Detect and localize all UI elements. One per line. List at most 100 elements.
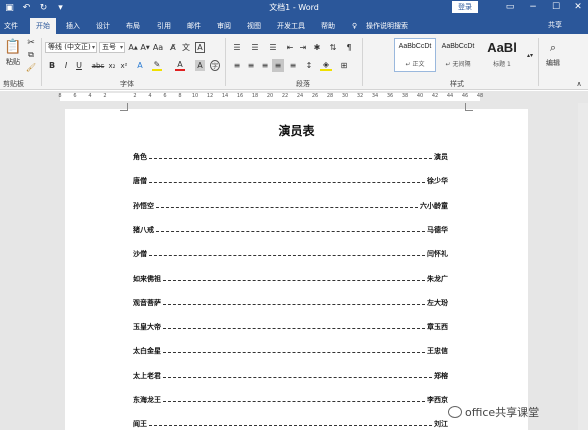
subscript-icon[interactable]: x₂ <box>107 60 117 71</box>
superscript-icon[interactable]: x² <box>119 60 129 71</box>
char-shading-icon[interactable]: A <box>195 60 205 71</box>
vertical-scrollbar[interactable] <box>578 103 588 430</box>
font-size-combo[interactable]: 五号 ▾ <box>99 42 125 53</box>
styles-scroll-icon[interactable]: ▴▾ <box>526 38 534 72</box>
tab-file[interactable]: 文件 <box>4 19 18 34</box>
ruler-tick-label: 20 <box>266 93 274 99</box>
style-no-spacing[interactable]: AaBbCcDt ↵ 无间隔 <box>437 38 479 72</box>
tab-review[interactable]: 审阅 <box>217 19 231 34</box>
cast-row: 如来佛祖 朱龙广 <box>133 273 448 285</box>
shading-icon[interactable]: ◈ <box>320 60 332 71</box>
cast-row: 阎王 刘江 <box>133 418 448 430</box>
copy-icon[interactable]: ⧉ <box>26 50 36 60</box>
ruler-tick-label: 2 <box>133 93 137 99</box>
actor-name: 章玉西 <box>427 323 448 332</box>
role-name: 沙僧 <box>133 250 147 259</box>
ruler-tick-label: 32 <box>356 93 364 99</box>
font-color-icon[interactable]: A <box>175 60 185 71</box>
style-name: ↵ 无间隔 <box>445 61 471 68</box>
tab-developer[interactable]: 开发工具 <box>277 19 305 34</box>
align-right-icon[interactable]: ≡ <box>260 60 270 71</box>
actor-name: 王忠信 <box>427 347 448 356</box>
style-name: ↵ 正文 <box>405 61 425 68</box>
ruler-tick-label: 12 <box>206 93 214 99</box>
role-name: 观音菩萨 <box>133 298 161 307</box>
cut-icon[interactable]: ✂ <box>26 38 36 48</box>
close-icon[interactable]: ✕ <box>571 1 585 13</box>
cast-row: 玉皇大帝 章玉西 <box>133 321 448 333</box>
minimize-icon[interactable]: − <box>526 1 540 13</box>
share-button[interactable]: 共享 <box>548 20 562 30</box>
tab-insert[interactable]: 插入 <box>66 19 80 34</box>
tab-layout[interactable]: 布局 <box>126 19 140 34</box>
chinese-layout-icon[interactable]: ✱ <box>312 42 322 53</box>
style-heading-1[interactable]: AaBl 标题 1 <box>481 38 523 72</box>
align-left-icon[interactable]: ≡ <box>232 60 242 71</box>
bullets-icon[interactable]: ☰ <box>230 42 244 53</box>
format-painter-icon[interactable]: 🖌 <box>26 62 36 72</box>
dot-leader <box>149 155 432 159</box>
login-button[interactable]: 登录 <box>452 1 478 13</box>
multilevel-list-icon[interactable]: ☰ <box>266 42 280 53</box>
clipboard-group-label: 剪贴板 <box>3 80 24 88</box>
tab-mailings[interactable]: 邮件 <box>187 19 201 34</box>
grow-font-icon[interactable]: A ▲ <box>128 42 138 53</box>
show-marks-icon[interactable]: ¶ <box>344 42 354 53</box>
font-name-value: 等线 (中文正) <box>48 43 91 51</box>
ribbon-display-icon[interactable]: ▭ <box>503 1 517 13</box>
italic-icon[interactable]: I <box>61 60 71 71</box>
align-center-icon[interactable]: ≡ <box>246 60 256 71</box>
justify-icon[interactable]: ≡ <box>272 59 284 72</box>
margin-corner <box>120 103 128 111</box>
ruler-tick-label: 14 <box>221 93 229 99</box>
group-divider <box>41 38 42 86</box>
actor-name: 马德华 <box>427 225 448 234</box>
shrink-font-icon[interactable]: A ▼ <box>140 42 150 53</box>
editing-button[interactable]: 编辑 <box>541 58 565 68</box>
actor-name: 刘江 <box>434 420 448 429</box>
numbering-icon[interactable]: ☰ <box>248 42 262 53</box>
dot-leader <box>149 179 425 184</box>
enclose-chars-icon[interactable]: 字 <box>210 60 220 71</box>
paste-button[interactable]: 粘贴 <box>2 57 24 66</box>
distributed-icon[interactable]: ≡ <box>288 60 298 71</box>
wechat-icon <box>448 406 462 418</box>
tab-help[interactable]: 帮助 <box>321 19 335 34</box>
cast-row: 猪八戒 马德华 <box>133 224 448 236</box>
tab-home[interactable]: 开始 <box>30 18 56 34</box>
ruler-tick-label: 48 <box>476 93 484 99</box>
paste-icon[interactable]: 📋 <box>4 38 22 56</box>
window-title: 文档1 - Word <box>269 3 319 12</box>
line-spacing-icon[interactable]: ↕ <box>303 60 315 71</box>
char-border-icon[interactable]: A <box>195 42 205 53</box>
tab-design[interactable]: 设计 <box>96 19 110 34</box>
tell-me-search[interactable]: 操作说明搜索 <box>366 19 408 34</box>
ruler-tick-label: 28 <box>326 93 334 99</box>
phonetic-guide-icon[interactable]: 文 <box>181 42 191 53</box>
font-name-combo[interactable]: 等线 (中文正) ▾ <box>45 42 97 53</box>
underline-icon[interactable]: U <box>74 60 84 71</box>
strikethrough-icon[interactable]: abc <box>91 60 105 71</box>
clear-format-icon[interactable]: A̸ <box>168 42 178 53</box>
ruler-tick-label: 8 <box>58 93 62 99</box>
style-sample: AaBl <box>487 40 517 55</box>
ruler-track: 8 6 4 2 2 4 6 8 10 12 14 16 18 20 22 24 26 28 30 32 34 36 38 40… <box>58 93 483 101</box>
role-name: 猪八戒 <box>133 225 154 234</box>
style-normal[interactable]: AaBbCcDt ↵ 正文 <box>394 38 436 72</box>
sort-icon[interactable]: ⇅ <box>328 42 338 53</box>
highlight-icon[interactable]: ✎ <box>152 60 162 71</box>
borders-icon[interactable]: ⊞ <box>338 60 350 71</box>
maximize-icon[interactable]: ☐ <box>549 1 563 13</box>
tab-references[interactable]: 引用 <box>157 19 171 34</box>
text-effects-icon[interactable]: A <box>135 60 145 71</box>
decrease-indent-icon[interactable]: ⇤ <box>285 42 295 53</box>
cast-row: 太白金星 王忠信 <box>133 345 448 357</box>
increase-indent-icon[interactable]: ⇥ <box>298 42 308 53</box>
bold-icon[interactable]: B <box>47 60 57 71</box>
search-icon[interactable]: ⌕ <box>545 40 561 56</box>
collapse-ribbon-icon[interactable]: ∧ <box>574 79 584 88</box>
title-bar: ▣ ↶ ↻ ▾ 文档1 - Word 登录 ▭ − ☐ ✕ <box>0 0 588 16</box>
tab-view[interactable]: 视图 <box>247 19 261 34</box>
document-page[interactable]: 演员表 角色 演员 唐僧 徐少华 孙悟空 六小龄童 猪八戒 马德华 沙僧 闫怀礼 如来佛祖 朱龙广 观音… <box>65 103 528 430</box>
change-case-icon[interactable]: Aa <box>153 42 163 53</box>
